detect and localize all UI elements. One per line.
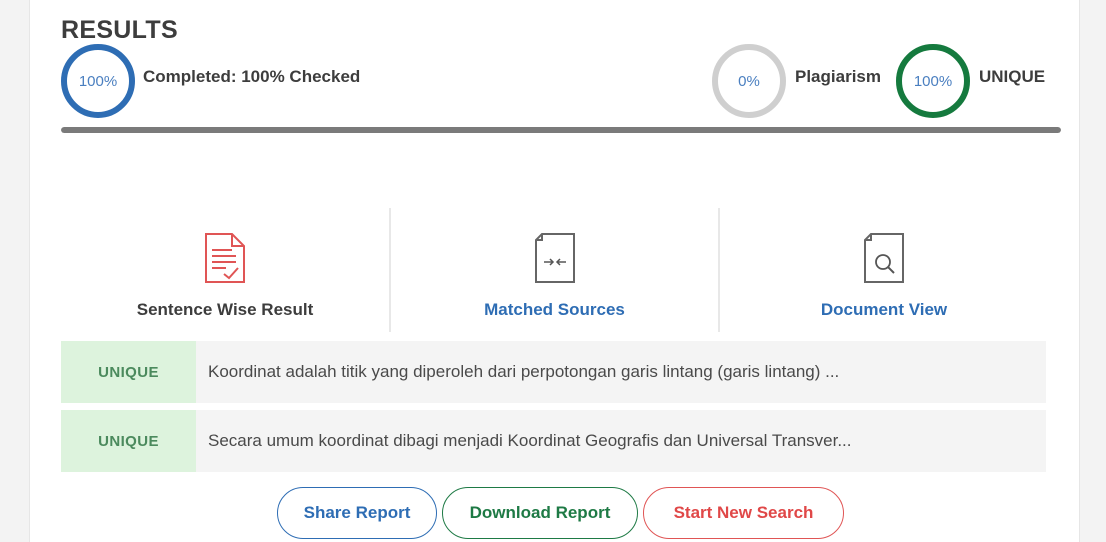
completed-percent: 100% — [78, 72, 118, 90]
tab-label: Document View — [820, 300, 948, 319]
plagiarism-percent: 0% — [738, 72, 760, 90]
unique-label: UNIQUE — [979, 67, 1046, 86]
plagiarism-label: Plagiarism — [795, 67, 881, 86]
sentence-row[interactable]: UNIQUE Koordinat adalah titik yang diper… — [61, 341, 1046, 403]
tab-matched-sources[interactable]: Matched Sources — [391, 208, 718, 332]
sentence-row[interactable]: UNIQUE Secara umum koordinat dibagi menj… — [61, 410, 1046, 472]
start-new-search-button[interactable]: Start New Search — [643, 487, 844, 539]
document-search-icon — [864, 233, 904, 283]
status-badge: UNIQUE — [61, 410, 196, 472]
completed-ring: 100% — [61, 44, 135, 118]
status-badge: UNIQUE — [61, 341, 196, 403]
sentence-text: Koordinat adalah titik yang diperoleh da… — [208, 362, 840, 381]
document-compare-icon — [534, 233, 575, 283]
plagiarism-ring: 0% — [712, 44, 786, 118]
progress-bar-fill — [61, 127, 1061, 133]
unique-percent: 100% — [913, 72, 953, 90]
tab-label: Matched Sources — [484, 300, 625, 319]
tab-label: Sentence Wise Result — [136, 300, 314, 319]
sentence-text: Secara umum koordinat dibagi menjadi Koo… — [208, 431, 852, 450]
results-title: RESULTS — [61, 16, 178, 44]
download-report-button[interactable]: Download Report — [442, 487, 638, 539]
share-report-button[interactable]: Share Report — [277, 487, 437, 539]
tab-sentence-wise-result[interactable]: Sentence Wise Result — [61, 208, 389, 332]
completed-label: Completed: 100% Checked — [143, 67, 361, 86]
document-check-icon — [205, 233, 245, 283]
unique-ring: 100% — [896, 44, 970, 118]
tab-document-view[interactable]: Document View — [720, 208, 1048, 332]
progress-bar — [61, 127, 1061, 133]
